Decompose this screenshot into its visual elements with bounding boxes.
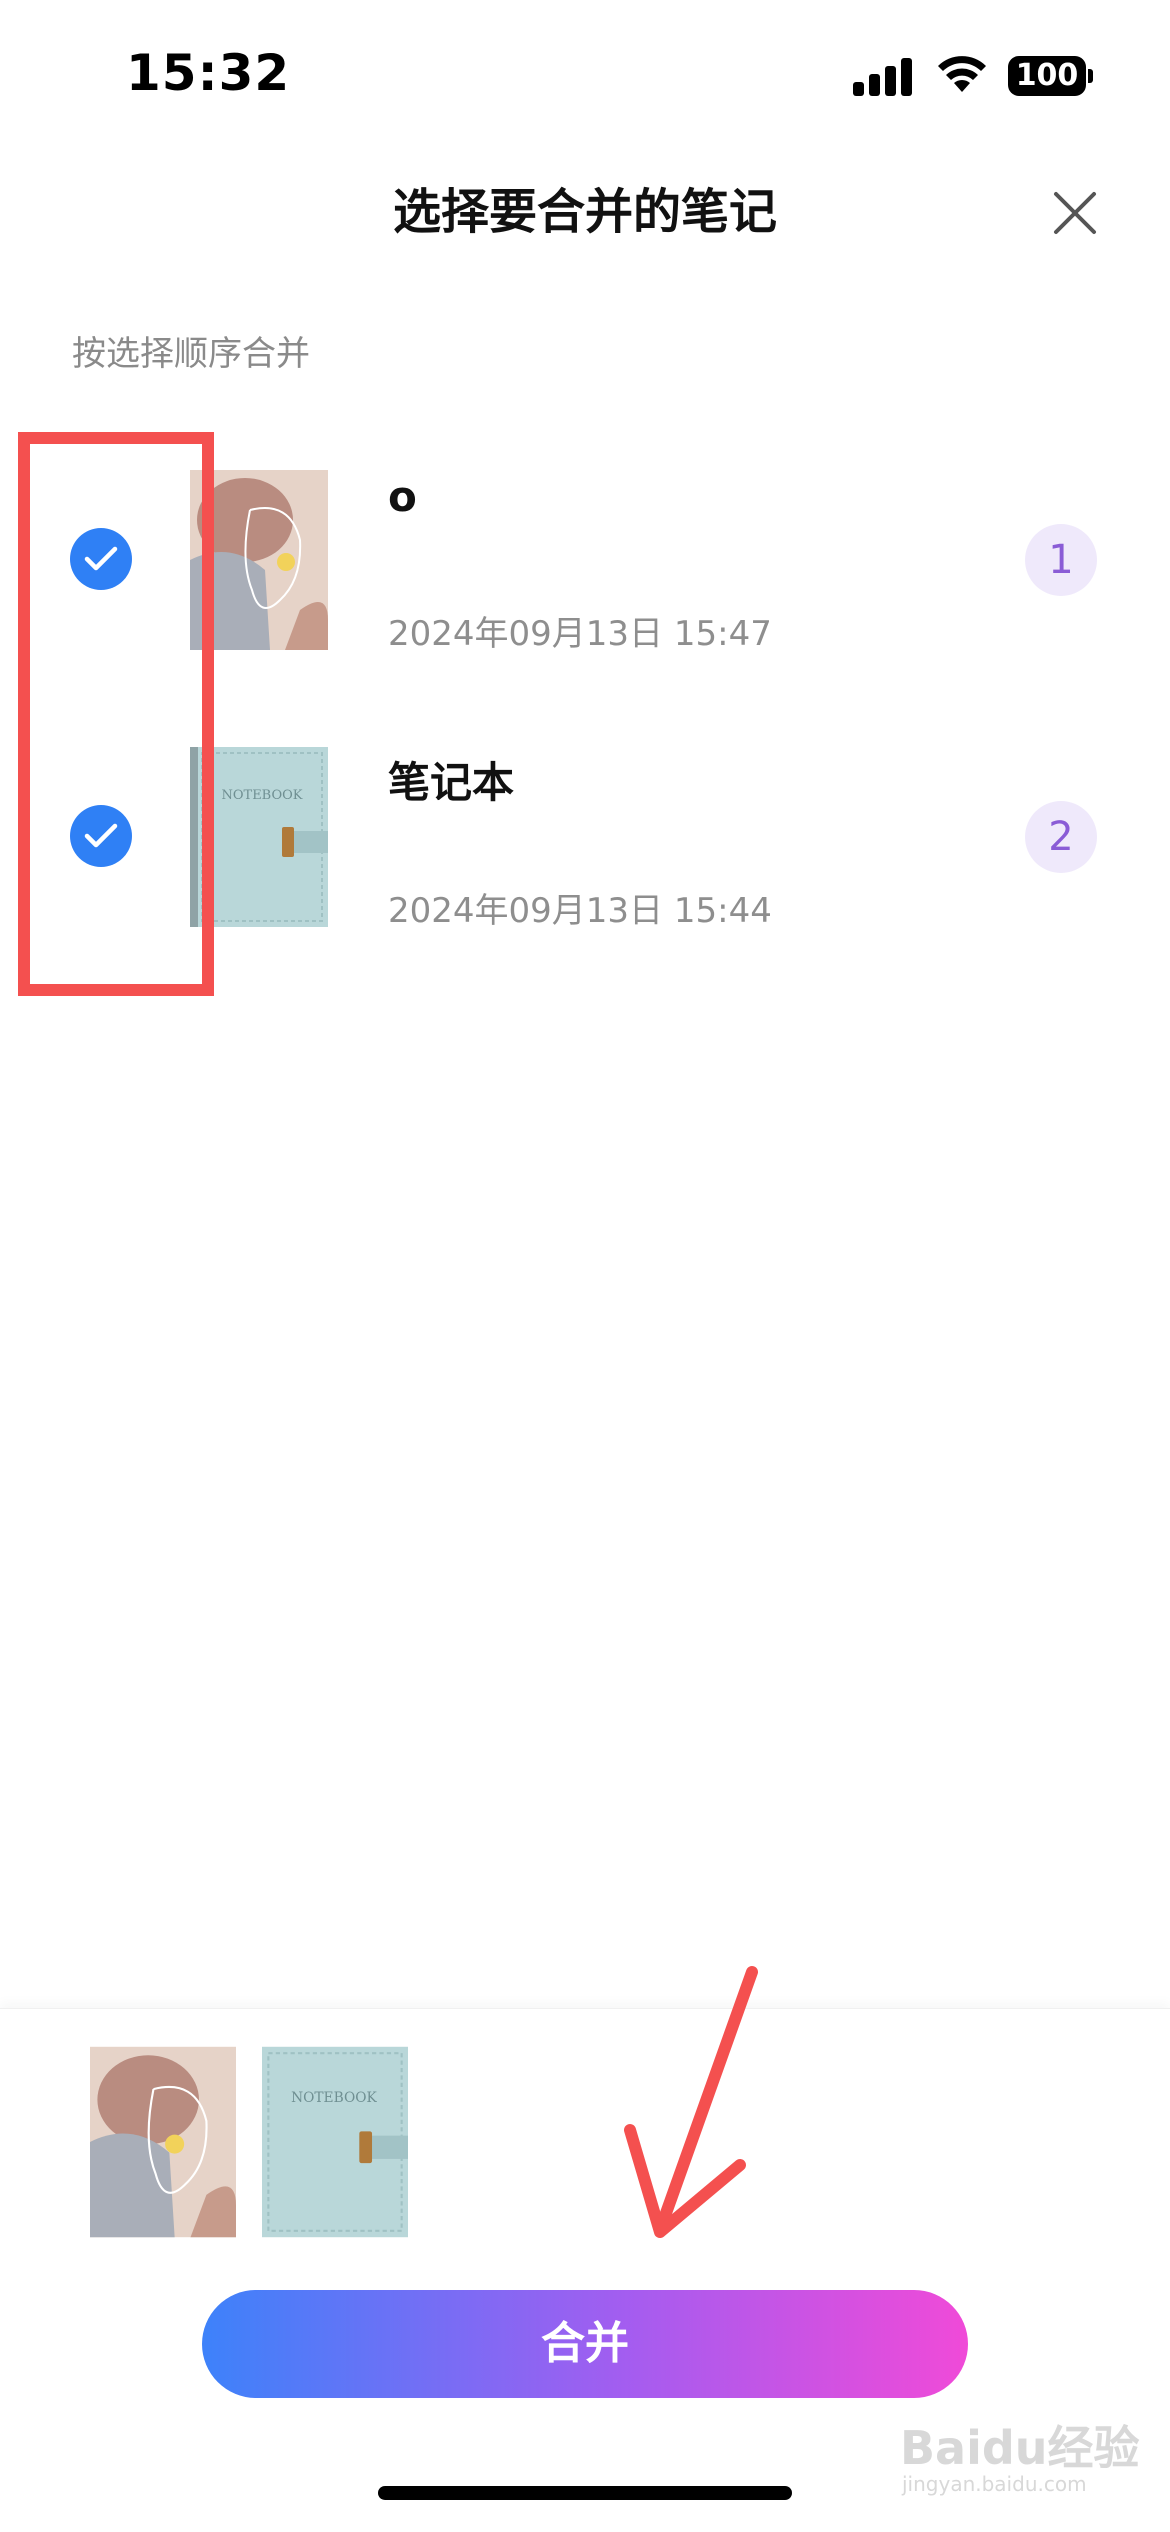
annotation-highlight-box [18, 432, 214, 996]
cover-text: NOTEBOOK [221, 788, 302, 803]
note-title: o [388, 472, 417, 521]
battery-icon: 100 [1008, 56, 1086, 96]
page-title: 选择要合并的笔记 [392, 184, 777, 240]
cellular-signal-icon [853, 56, 913, 96]
status-bar: 15:32 100 [0, 0, 1170, 150]
note-date: 2024年09月13日 15:47 [388, 614, 772, 654]
battery-cap [1088, 69, 1093, 83]
watermark: Baidu经验 [900, 2421, 1140, 2475]
status-time: 15:32 [126, 44, 291, 102]
wifi-icon [938, 56, 986, 92]
merge-button[interactable]: 合并 [202, 2290, 968, 2398]
home-indicator[interactable] [378, 2486, 792, 2500]
cover-text: NOTEBOOK [291, 2090, 377, 2106]
annotation-arrow [624, 1966, 758, 2238]
battery-level: 100 [1015, 58, 1079, 93]
order-badge: 1 [1025, 524, 1097, 596]
order-badge: 2 [1025, 801, 1097, 873]
selected-note-thumbnail[interactable] [90, 2046, 236, 2238]
note-date: 2024年09月13日 15:44 [388, 891, 772, 931]
merge-order-hint: 按选择顺序合并 [72, 334, 310, 374]
note-title: 笔记本 [388, 758, 515, 807]
watermark-url: jingyan.baidu.com [902, 2472, 1087, 2496]
close-icon[interactable] [1040, 178, 1110, 248]
selected-note-thumbnail[interactable]: NOTEBOOK [262, 2046, 408, 2238]
